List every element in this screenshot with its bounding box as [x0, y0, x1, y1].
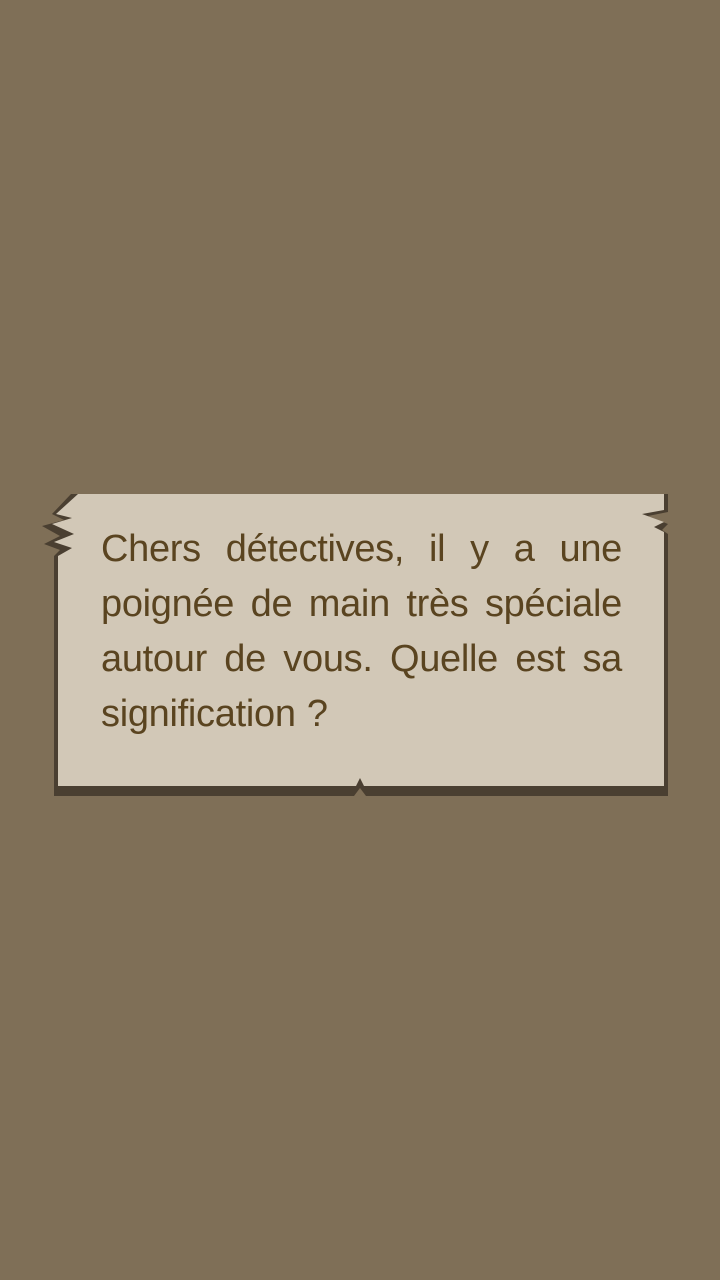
game-screen: Chers détectives, il y a une poignée de …: [0, 0, 720, 1280]
dialog-note[interactable]: Chers détectives, il y a une poignée de …: [40, 486, 680, 804]
dialog-message: Chers détectives, il y a une poignée de …: [101, 528, 622, 735]
